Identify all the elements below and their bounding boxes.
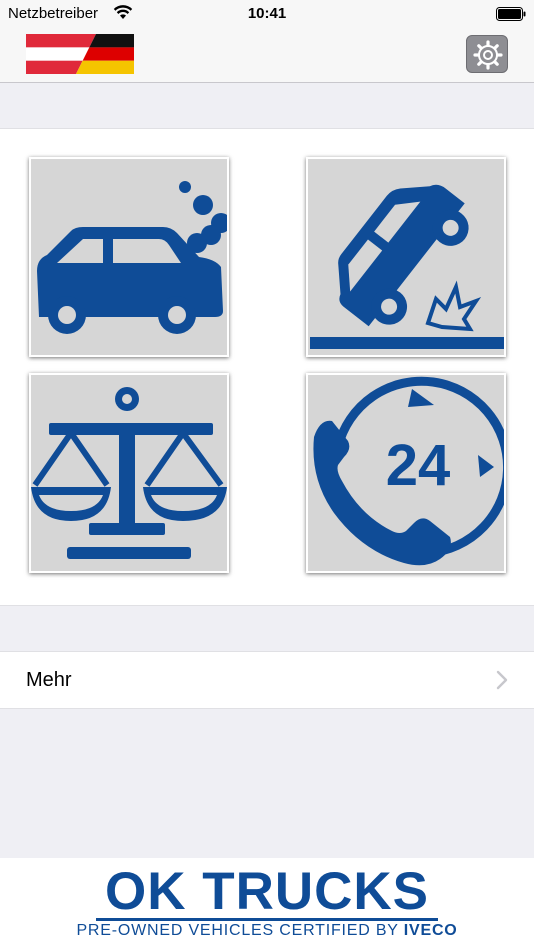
more-row[interactable]: Mehr xyxy=(0,651,534,709)
breakdown-tile[interactable] xyxy=(29,157,229,357)
more-label: Mehr xyxy=(26,669,72,691)
chevron-right-icon xyxy=(496,670,508,695)
logo-subtitle-prefix: PRE-OWNED VEHICLES CERTIFIED BY xyxy=(76,922,399,939)
logo-subtitle: PRE-OWNED VEHICLES CERTIFIED BY IVECO xyxy=(0,922,534,940)
services-grid: 24 xyxy=(0,128,534,606)
svg-text:24: 24 xyxy=(386,433,451,498)
settings-button[interactable] xyxy=(466,35,508,73)
logo-subtitle-brand: IVECO xyxy=(403,922,458,939)
emergency-hotline-tile[interactable]: 24 xyxy=(306,373,506,573)
status-bar: Netzbetreiber 10:41 xyxy=(0,0,534,28)
logo-title: OK TRUCKS xyxy=(104,862,430,921)
legal-tile[interactable] xyxy=(29,373,229,573)
footer-logo: OK TRUCKS PRE-OWNED VEHICLES CERTIFIED B… xyxy=(0,858,534,950)
car-breakdown-smoke-icon xyxy=(37,181,227,334)
navigation-bar xyxy=(0,28,534,83)
legal-scales-icon xyxy=(31,387,227,559)
gear-icon xyxy=(473,40,503,70)
austria-germany-flag-icon[interactable] xyxy=(26,34,134,74)
logo-divider xyxy=(96,918,438,921)
phone-24h-service-icon: 24 xyxy=(313,376,504,566)
car-accident-overturned-icon xyxy=(310,184,504,349)
accident-tile[interactable] xyxy=(306,157,506,357)
battery-icon xyxy=(496,7,526,21)
clock: 10:41 xyxy=(247,5,287,22)
